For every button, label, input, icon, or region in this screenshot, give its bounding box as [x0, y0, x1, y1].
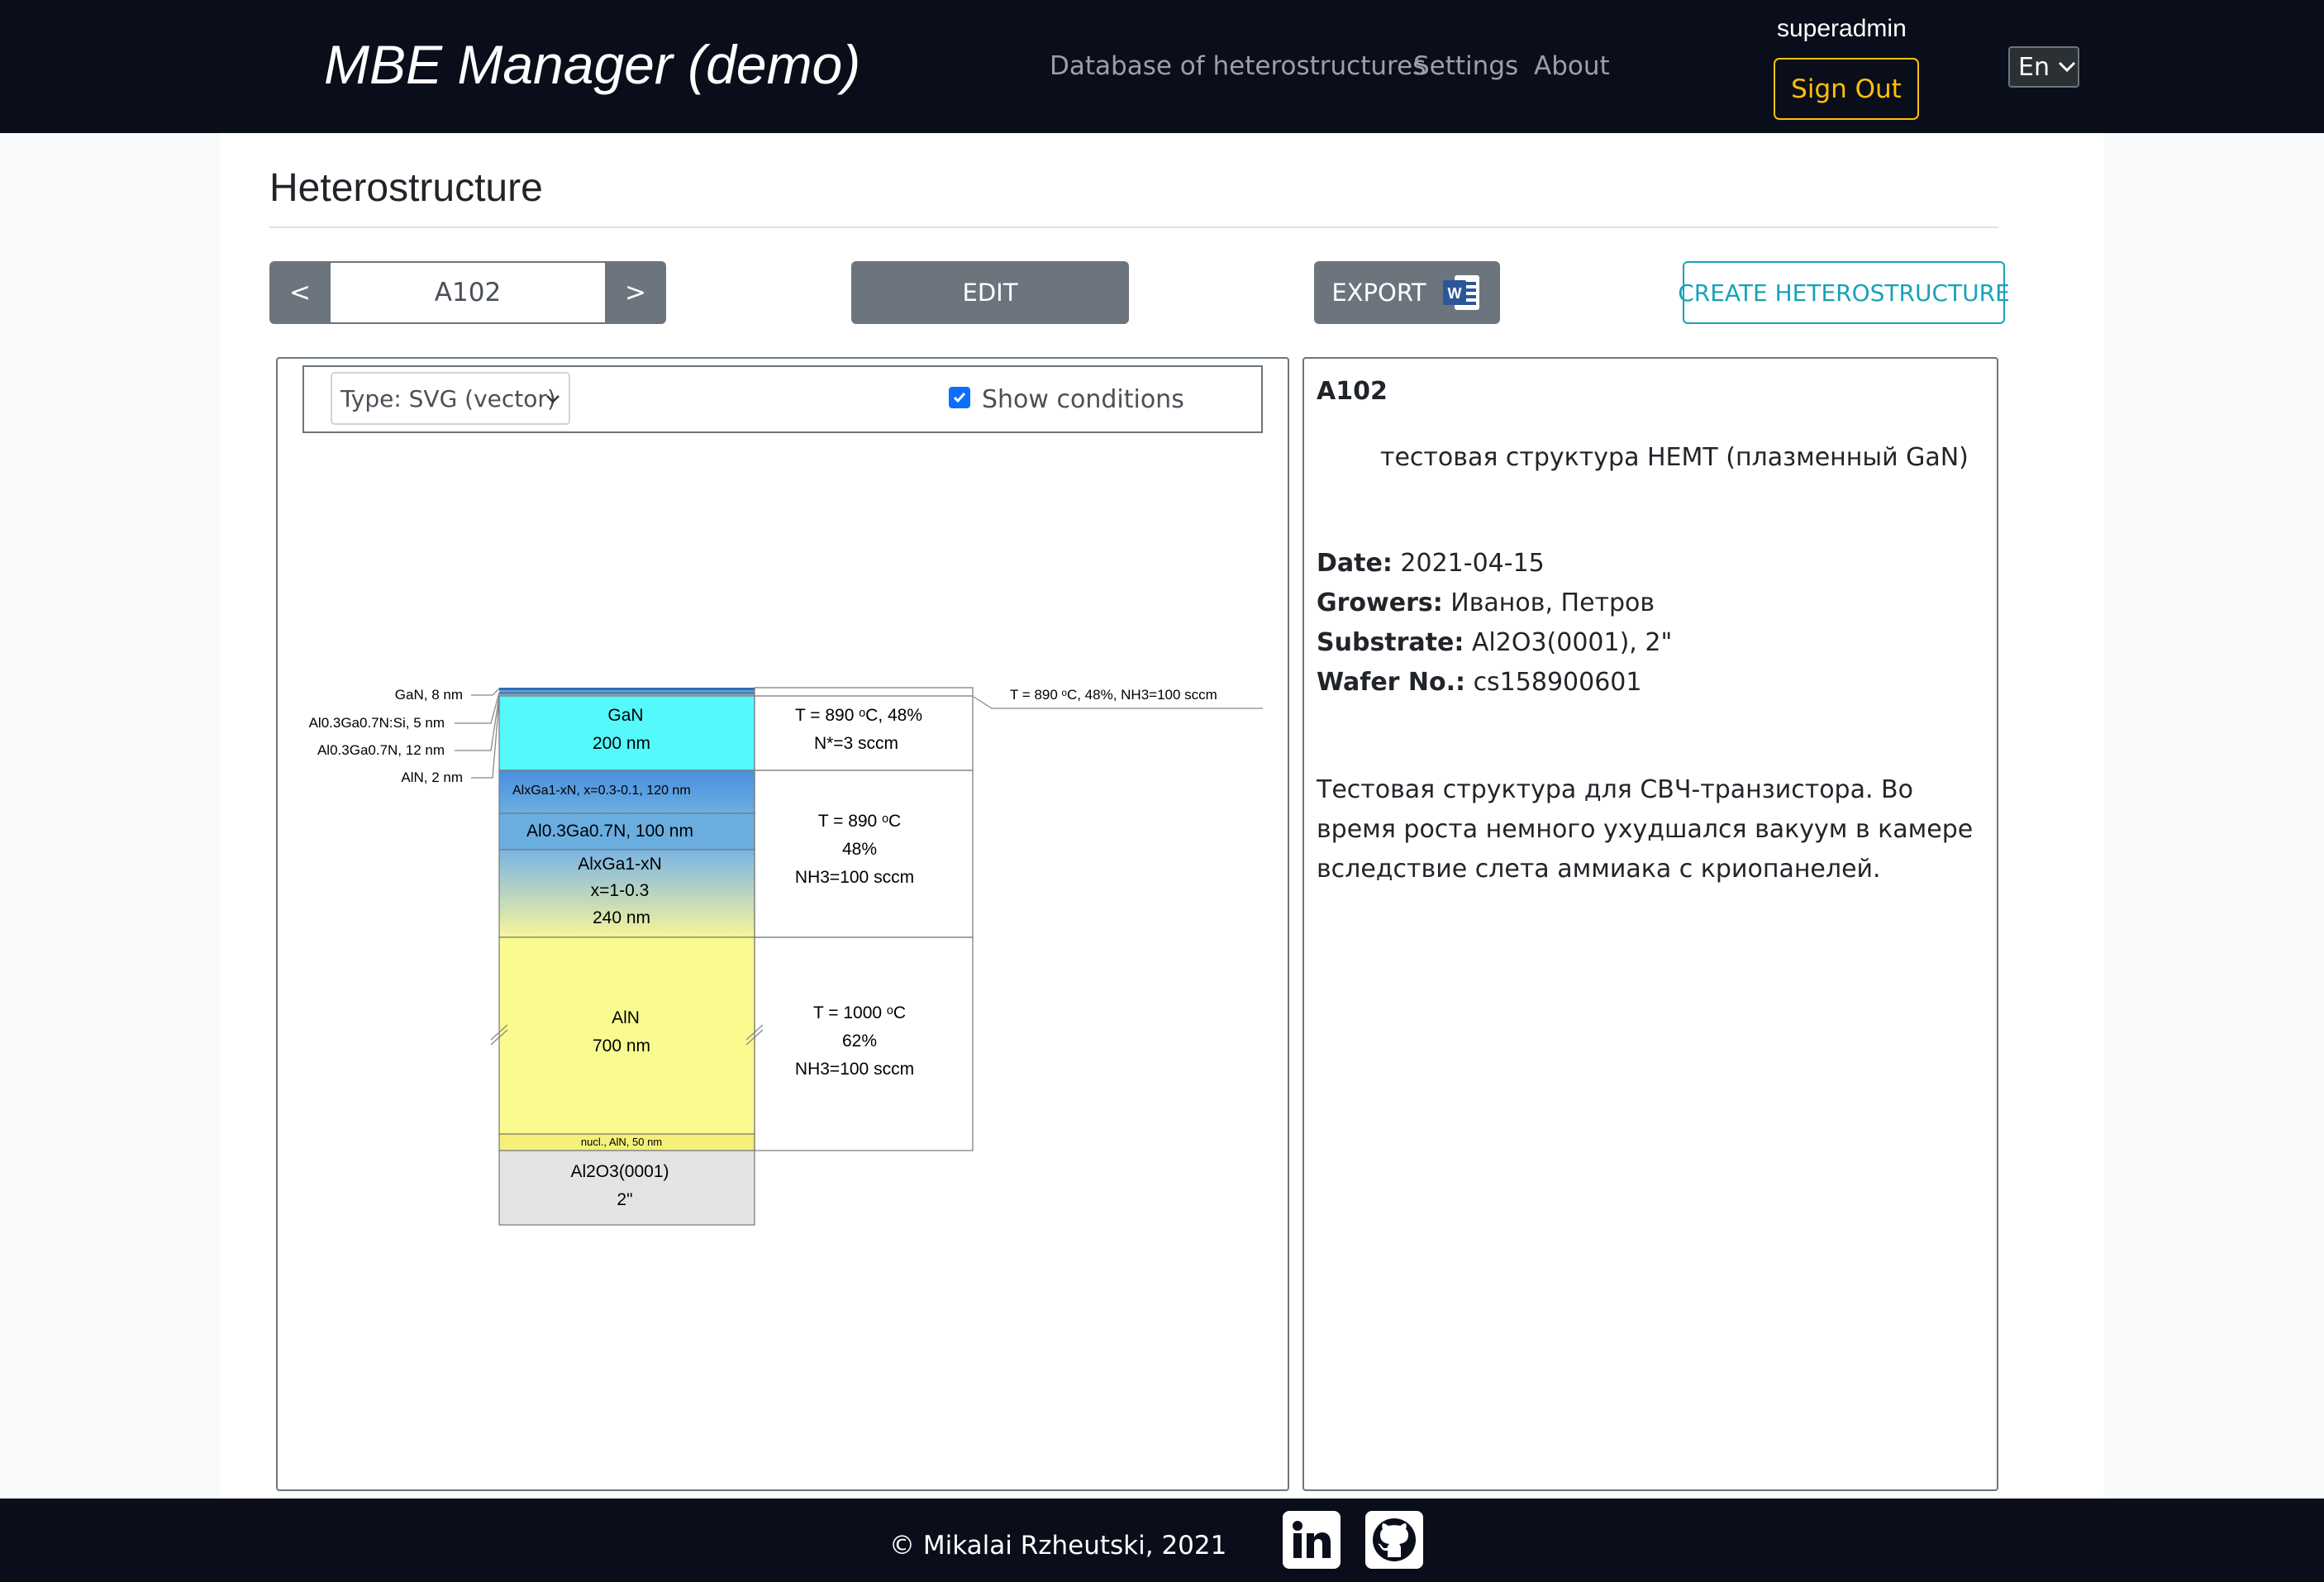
structure-name: A102 [1317, 377, 1388, 406]
nav-link-about[interactable]: About [1534, 51, 1610, 81]
details-panel [1302, 357, 1998, 1491]
condition-top: T = 890 ᵒC, 48%, NH3=100 sccm [1010, 687, 1217, 703]
export-button[interactable]: EXPORT W [1314, 261, 1500, 324]
condition-3-line3: NH3=100 sccm [795, 1060, 914, 1079]
heterostructure-diagram[interactable]: GaN, 8 nm Al0.3Ga0.7N:Si, 5 nm Al0.3Ga0.… [298, 678, 1273, 1240]
condition-2-line1: T = 890 ᵒC [818, 812, 901, 831]
nav-link-settings[interactable]: Settings [1413, 51, 1518, 81]
structure-navigator: < A102 > [269, 261, 666, 324]
growers-value: Иванов, Петров [1450, 588, 1655, 617]
layer-algan-grad-thickness: 240 nm [593, 908, 650, 927]
layer-algan-grad-top-label: AlxGa1-xN, x=0.3-0.1, 120 nm [512, 784, 691, 798]
conditions-cells [754, 687, 974, 1151]
condition-1-line2: N*=3 sccm [814, 734, 898, 753]
side-label-algan-si: Al0.3Ga0.7N:Si, 5 nm [309, 715, 445, 731]
wafer-label: Wafer No.: [1317, 668, 1466, 697]
type-select[interactable]: Type: SVG (vector) [331, 372, 570, 425]
structure-name-input[interactable]: A102 [331, 261, 605, 324]
layer-gan-name: GaN [607, 706, 643, 725]
copyright: © Mikalai Rzheutski, 2021 [889, 1531, 1227, 1561]
create-heterostructure-button[interactable]: CREATE HETEROSTRUCTURE [1678, 261, 2010, 324]
layer-algan-grad-name: AlxGa1-xN [578, 855, 662, 874]
prev-button[interactable]: < [269, 261, 331, 324]
next-button[interactable]: > [605, 261, 666, 324]
condition-2-line3: NH3=100 sccm [795, 868, 914, 887]
page-title: Heterostructure [269, 166, 543, 210]
wafer-value: cs158900601 [1473, 668, 1642, 697]
chevron-down-icon [2058, 61, 2076, 73]
username: superadmin [1777, 15, 1907, 42]
substrate-label: Substrate: [1317, 628, 1464, 657]
growers-label: Growers: [1317, 588, 1443, 617]
condition-2-line2: 48% [842, 840, 877, 859]
github-icon[interactable] [1365, 1511, 1423, 1569]
word-icon: W [1442, 275, 1479, 310]
title-divider [269, 226, 1998, 228]
date-row: Date: 2021-04-15 [1317, 549, 1545, 578]
chevron-down-icon [546, 395, 560, 403]
layer-aln-thickness: 700 nm [593, 1036, 650, 1055]
brand-title[interactable]: MBE Manager (demo) [324, 33, 860, 96]
side-label-gan: GaN, 8 nm [395, 687, 463, 703]
substrate-value: Al2O3(0001), 2" [1471, 628, 1673, 657]
layer-algan-100-label: Al0.3Ga0.7N, 100 nm [526, 822, 693, 841]
substrate-row: Substrate: Al2O3(0001), 2" [1317, 628, 1672, 657]
side-label-aln: AlN, 2 nm [401, 770, 463, 785]
show-conditions-checkbox[interactable] [949, 387, 970, 408]
structure-notes: Тестовая структура для СВЧ-транзистора. … [1317, 775, 1974, 884]
export-label: EXPORT [1331, 279, 1426, 307]
edit-label: EDIT [962, 279, 1018, 307]
date-label: Date: [1317, 549, 1393, 578]
date-value: 2021-04-15 [1400, 549, 1545, 578]
wafer-row: Wafer No.: cs158900601 [1317, 668, 1641, 697]
language-value: En [2018, 52, 2050, 82]
layer-aln-name: AlN [612, 1008, 640, 1027]
nav-link-database[interactable]: Database of heterostructures [1050, 51, 1426, 81]
linkedin-icon[interactable] [1283, 1511, 1341, 1569]
layer-algan-si[interactable] [499, 690, 755, 692]
layer-substrate-size: 2" [617, 1190, 632, 1209]
layer-algan-12[interactable] [499, 692, 755, 694]
create-label: CREATE HETEROSTRUCTURE [1678, 279, 2010, 307]
language-select[interactable]: En [2008, 46, 2079, 88]
condition-1-line1: T = 890 ᵒC, 48% [795, 706, 922, 725]
check-icon [953, 393, 966, 403]
layer-aln[interactable] [498, 936, 755, 1135]
condition-3-line1: T = 1000 ᵒC [813, 1003, 906, 1022]
side-label-algan: Al0.3Ga0.7N, 12 nm [317, 742, 445, 758]
type-select-value: Type: SVG (vector) [341, 384, 556, 412]
layer-substrate-name: Al2O3(0001) [570, 1162, 669, 1181]
condition-3-line2: 62% [842, 1032, 877, 1051]
edit-button[interactable]: EDIT [851, 261, 1129, 324]
show-conditions-label[interactable]: Show conditions [982, 385, 1184, 414]
svg-text:W: W [1447, 285, 1461, 302]
layer-nucleation-label: nucl., AlN, 50 nm [581, 1136, 662, 1148]
structure-description: тестовая структура HEMT (плазменный GaN) [1380, 443, 1969, 472]
growers-row: Growers: Иванов, Петров [1317, 588, 1655, 617]
layer-algan-grad-x: x=1-0.3 [591, 881, 650, 900]
sign-out-label: Sign Out [1791, 74, 1902, 104]
layer-gan-thickness: 200 nm [593, 734, 650, 753]
sign-out-button[interactable]: Sign Out [1774, 58, 1919, 120]
layer-gan-cap[interactable] [499, 688, 755, 690]
